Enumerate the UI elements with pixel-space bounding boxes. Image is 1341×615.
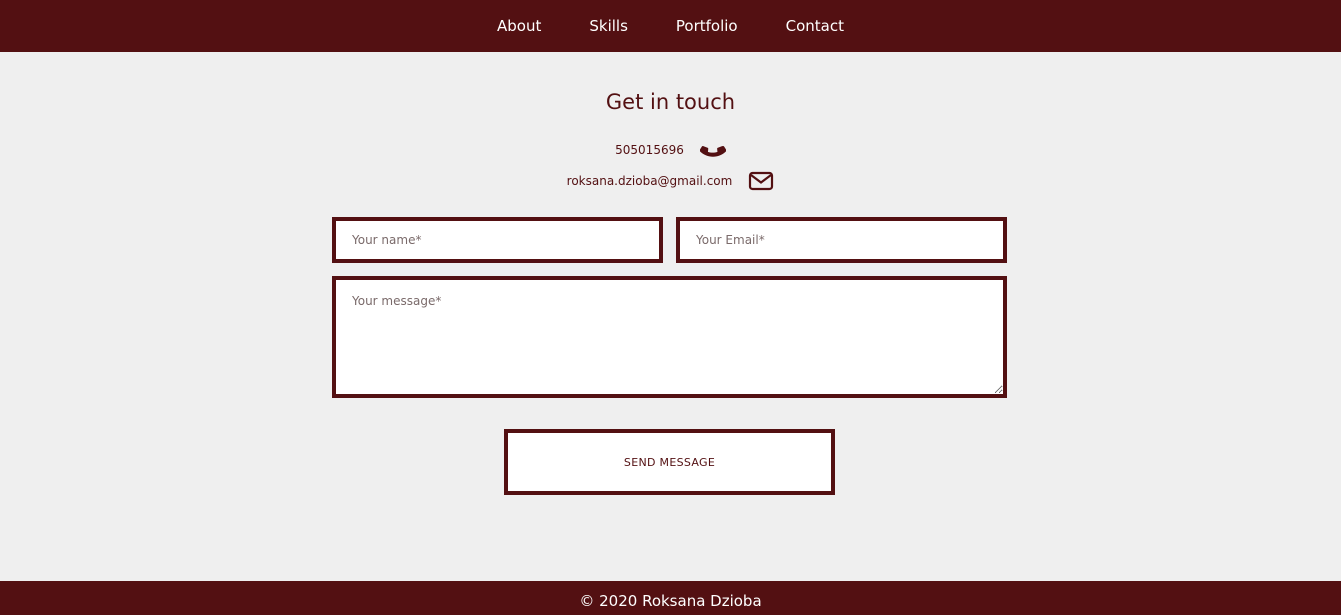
footer: © 2020 Roksana Dzioba <box>0 581 1341 615</box>
message-textarea[interactable] <box>332 276 1007 398</box>
send-message-button[interactable]: SEND MESSAGE <box>504 429 835 495</box>
envelope-icon <box>748 170 774 192</box>
name-input[interactable] <box>332 217 663 263</box>
email-address: roksana.dzioba@gmail.com <box>566 174 733 188</box>
nav-link-skills[interactable]: Skills <box>589 17 628 35</box>
nav-link-contact[interactable]: Contact <box>786 17 844 35</box>
top-navbar: About Skills Portfolio Contact <box>0 0 1341 52</box>
nav-link-portfolio[interactable]: Portfolio <box>676 17 738 35</box>
email-row: roksana.dzioba@gmail.com <box>0 170 1341 192</box>
phone-icon <box>699 137 726 163</box>
phone-number: 505015696 <box>615 143 684 157</box>
footer-copyright: © 2020 Roksana Dzioba <box>579 592 762 610</box>
nav-link-about[interactable]: About <box>497 17 541 35</box>
phone-row: 505015696 <box>0 137 1341 163</box>
email-input[interactable] <box>676 217 1007 263</box>
contact-heading: Get in touch <box>605 90 736 114</box>
